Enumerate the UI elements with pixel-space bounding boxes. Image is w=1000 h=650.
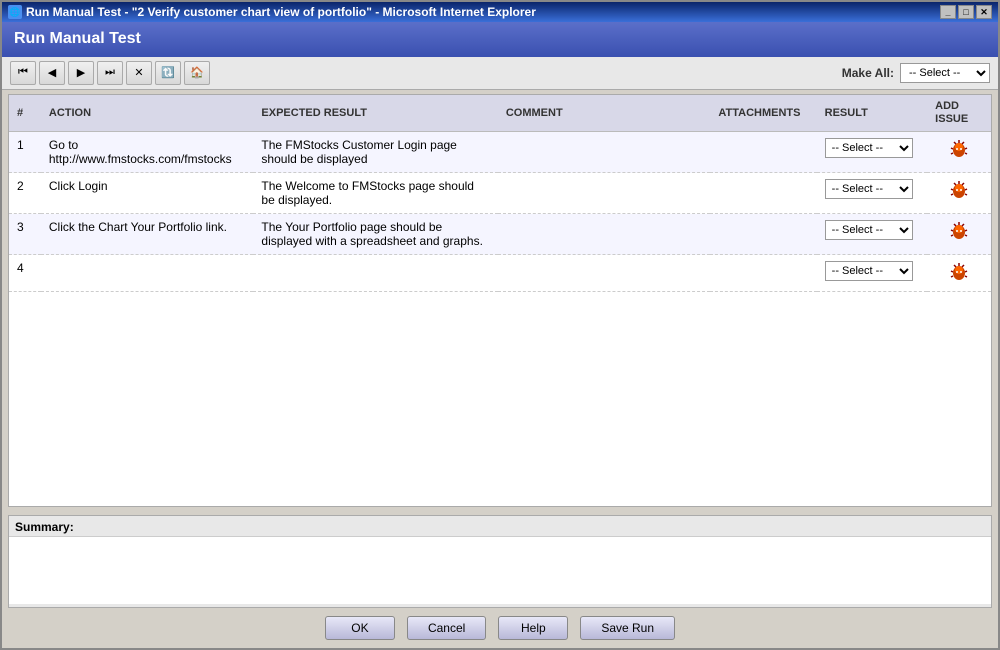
table-header-row: # ACTION EXPECTED RESULT COMMENT ATTACHM… <box>9 95 991 132</box>
result-select[interactable]: -- Select --PassFailBlockedNot Run <box>825 179 913 199</box>
stop-button[interactable]: ✕ <box>126 61 152 85</box>
row-num: 2 <box>9 173 41 214</box>
row-num: 1 <box>9 132 41 173</box>
home-button[interactable]: 🏠 <box>184 61 210 85</box>
col-header-num: # <box>9 95 41 132</box>
add-issue-button[interactable] <box>947 138 971 160</box>
row-comment <box>498 255 711 292</box>
title-bar: 🌐 Run Manual Test - "2 Verify customer c… <box>2 2 998 22</box>
prev-button[interactable]: ◀ <box>39 61 65 85</box>
add-issue-button[interactable] <box>947 261 971 283</box>
minimize-button[interactable]: _ <box>940 5 956 19</box>
result-select[interactable]: -- Select --PassFailBlockedNot Run <box>825 261 913 281</box>
result-select[interactable]: -- Select --PassFailBlockedNot Run <box>825 138 913 158</box>
row-comment <box>498 214 711 255</box>
row-comment <box>498 173 711 214</box>
row-action: Click the Chart Your Portfolio link. <box>41 214 254 255</box>
col-header-add-issue: ADDISSUE <box>927 95 991 132</box>
row-result-cell: -- Select --PassFailBlockedNot Run <box>817 132 928 173</box>
row-action: Go to http://www.fmstocks.com/fmstocks <box>41 132 254 173</box>
save-run-button[interactable]: Save Run <box>580 616 675 640</box>
result-select[interactable]: -- Select --PassFailBlockedNot Run <box>825 220 913 240</box>
col-header-attachments: ATTACHMENTS <box>710 95 816 132</box>
row-expected <box>253 255 497 292</box>
row-result-cell: -- Select --PassFailBlockedNot Run <box>817 255 928 292</box>
close-button[interactable]: ✕ <box>976 5 992 19</box>
row-result-cell: -- Select --PassFailBlockedNot Run <box>817 173 928 214</box>
row-attachments <box>710 132 816 173</box>
row-expected: The Your Portfolio page should be displa… <box>253 214 497 255</box>
last-button[interactable]: ⏭ <box>97 61 123 85</box>
maximize-button[interactable]: □ <box>958 5 974 19</box>
row-attachments <box>710 255 816 292</box>
first-button[interactable]: ⏮ <box>10 61 36 85</box>
app-icon: 🌐 <box>8 5 22 19</box>
row-action: Click Login <box>41 173 254 214</box>
window-title: Run Manual Test - "2 Verify customer cha… <box>26 5 536 19</box>
row-add-issue-cell <box>927 255 991 292</box>
row-result-cell: -- Select --PassFailBlockedNot Run <box>817 214 928 255</box>
table-row: 2Click LoginThe Welcome to FMStocks page… <box>9 173 991 214</box>
add-issue-button[interactable] <box>947 179 971 201</box>
summary-section: Summary: <box>8 515 992 608</box>
table-row: 4 -- Select --PassFailBlockedNot Run <box>9 255 991 292</box>
test-table: # ACTION EXPECTED RESULT COMMENT ATTACHM… <box>9 95 991 292</box>
summary-label: Summary: <box>9 516 991 536</box>
cancel-button[interactable]: Cancel <box>407 616 486 640</box>
make-all-label: Make All: <box>842 66 894 80</box>
col-header-expected: EXPECTED RESULT <box>253 95 497 132</box>
row-num: 4 <box>9 255 41 292</box>
help-button[interactable]: Help <box>498 616 568 640</box>
row-action <box>41 255 254 292</box>
row-attachments <box>710 214 816 255</box>
table-row: 1Go to http://www.fmstocks.com/fmstocksT… <box>9 132 991 173</box>
make-all-select[interactable]: -- Select -- Pass Fail Blocked Not Run <box>900 63 990 83</box>
bottom-bar: OK Cancel Help Save Run <box>2 608 998 648</box>
row-add-issue-cell <box>927 173 991 214</box>
row-comment <box>498 132 711 173</box>
summary-textarea[interactable] <box>9 536 991 604</box>
row-add-issue-cell <box>927 132 991 173</box>
row-add-issue-cell <box>927 214 991 255</box>
col-header-comment: COMMENT <box>498 95 711 132</box>
ok-button[interactable]: OK <box>325 616 395 640</box>
row-attachments <box>710 173 816 214</box>
row-expected: The FMStocks Customer Login page should … <box>253 132 497 173</box>
toolbar: ⏮ ◀ ▶ ⏭ ✕ 🔃 🏠 Make All: -- Select -- Pas… <box>2 57 998 90</box>
add-issue-button[interactable] <box>947 220 971 242</box>
app-header: Run Manual Test <box>2 22 998 57</box>
row-num: 3 <box>9 214 41 255</box>
col-header-action: ACTION <box>41 95 254 132</box>
table-row: 3Click the Chart Your Portfolio link.The… <box>9 214 991 255</box>
col-header-result: RESULT <box>817 95 928 132</box>
main-content: # ACTION EXPECTED RESULT COMMENT ATTACHM… <box>8 94 992 507</box>
next-button[interactable]: ▶ <box>68 61 94 85</box>
refresh-button[interactable]: 🔃 <box>155 61 181 85</box>
page-title: Run Manual Test <box>14 30 141 48</box>
row-expected: The Welcome to FMStocks page should be d… <box>253 173 497 214</box>
